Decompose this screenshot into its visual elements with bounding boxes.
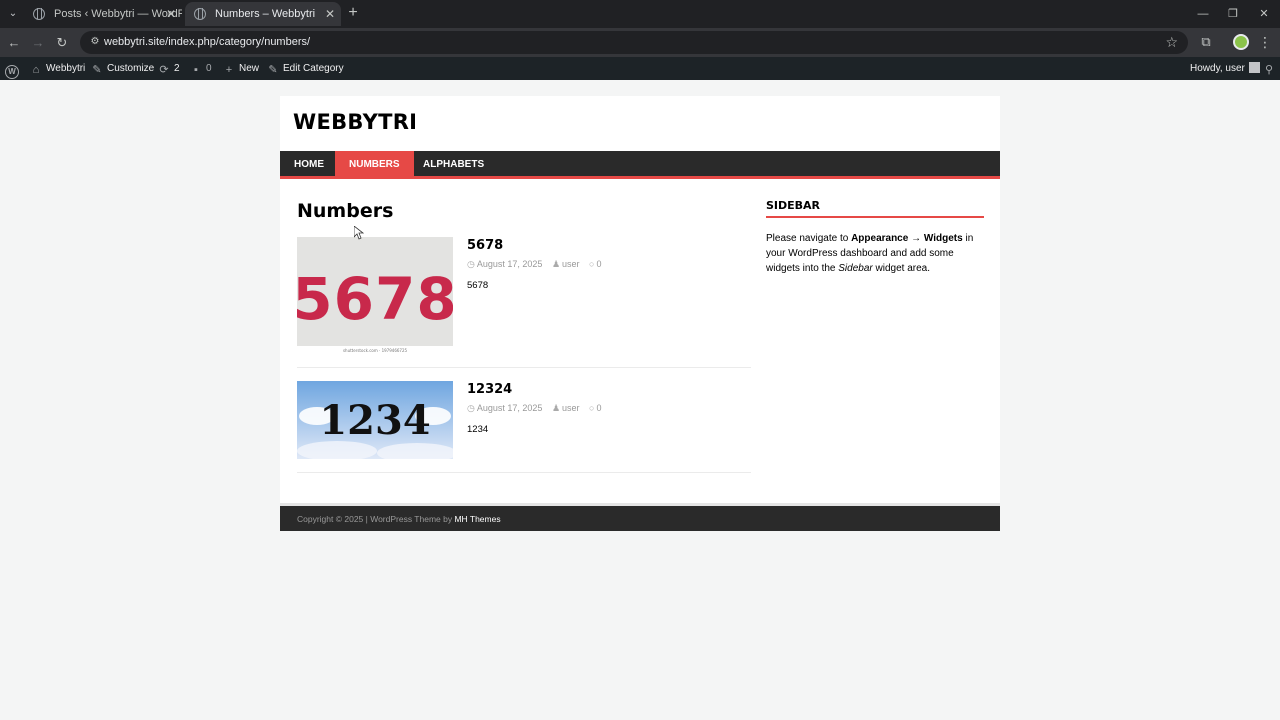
post-title[interactable]: 5678 — [467, 238, 503, 253]
post-date[interactable]: August 17, 2025 — [477, 403, 543, 413]
tab-title: Posts ‹ Webbytri — WordPress — [54, 8, 182, 20]
post-thumbnail[interactable]: 1234 — [297, 381, 453, 459]
brush-icon: ✎ — [92, 64, 102, 76]
post-meta: ◷ August 17, 2025 ♟ user ○ 0 — [467, 403, 609, 414]
minimize-icon[interactable]: — — [1193, 4, 1213, 24]
admin-customize[interactable]: ✎ Customize — [91, 57, 154, 80]
avatar — [1248, 62, 1260, 73]
sidebar-title: SIDEBAR — [766, 199, 984, 218]
mh-themes-link[interactable]: MH Themes — [454, 514, 500, 524]
tab-posts[interactable]: Posts ‹ Webbytri — WordPress ✕ — [24, 2, 182, 26]
post-date[interactable]: August 17, 2025 — [477, 259, 543, 269]
back-icon[interactable]: ← — [4, 33, 24, 53]
admin-updates[interactable]: ⟳ 2 — [158, 57, 179, 80]
close-tab-icon[interactable]: ✕ — [166, 2, 176, 26]
menu-kebab-icon[interactable]: ⋮ — [1258, 33, 1272, 51]
post-excerpt: 1234 — [467, 424, 489, 435]
widgets-link: Widgets — [923, 233, 963, 244]
restore-icon[interactable]: ❐ — [1223, 4, 1243, 24]
wp-admin-bar: W ⌂ Webbytri ✎ Customize ⟳ 2 ▪ 0 + New ✎ Edit … — [0, 57, 1280, 80]
tab-search-icon[interactable]: ⌄ — [4, 5, 22, 23]
extensions-icon[interactable]: ⧉ — [1198, 33, 1214, 51]
post-title[interactable]: 12324 — [467, 382, 512, 397]
tab-numbers[interactable]: Numbers – Webbytri ✕ — [185, 2, 341, 26]
site-title[interactable]: WEBBYTRI — [293, 110, 417, 134]
admin-account[interactable]: Howdy, user — [1190, 57, 1260, 80]
svg-text:5678: 5678 — [297, 265, 453, 333]
browser-tab-bar: ⌄ Posts ‹ Webbytri — WordPress ✕ Numbers… — [0, 0, 1280, 28]
globe-icon — [33, 8, 45, 20]
post-comments[interactable]: 0 — [596, 259, 601, 269]
admin-comments[interactable]: ▪ 0 — [190, 57, 212, 80]
winged-number-image: 1234 — [297, 381, 453, 459]
post-thumbnail[interactable]: 5678 shutterstock.com · 1979466725 — [297, 237, 453, 354]
site-footer: Copyright © 2025 | WordPress Theme by MH… — [280, 503, 1000, 531]
nav-item-home[interactable]: HOME — [280, 151, 338, 179]
globe-icon — [194, 8, 206, 20]
post-meta: ◷ August 17, 2025 ♟ user ○ 0 — [467, 259, 609, 270]
url-text[interactable]: webbytri.site/index.php/category/numbers… — [104, 31, 310, 54]
svg-text:1234: 1234 — [319, 397, 430, 444]
admin-edit-category[interactable]: ✎ Edit Category — [267, 57, 343, 80]
bookmark-star-icon[interactable]: ☆ — [1165, 31, 1178, 54]
clock-icon: ◷ — [467, 403, 475, 413]
stencil-number-image: 5678 shutterstock.com · 1979466725 — [297, 237, 453, 354]
close-window-icon[interactable]: ✕ — [1254, 4, 1274, 24]
svg-text:shutterstock.com · 1979466725: shutterstock.com · 1979466725 — [343, 348, 408, 353]
sidebar-text: Please navigate to Appearance → Widgets … — [766, 233, 974, 274]
user-icon: ♟ — [551, 403, 561, 413]
post-comments[interactable]: 0 — [596, 403, 601, 413]
plus-icon: + — [225, 64, 233, 76]
clock-icon: ◷ — [467, 259, 475, 269]
nav-item-alphabets[interactable]: ALPHABETS — [409, 151, 498, 179]
admin-search-icon[interactable]: ⚲ — [1263, 57, 1279, 80]
new-tab-icon[interactable]: + — [345, 5, 361, 21]
site-container: WEBBYTRI HOME NUMBERS ALPHABETS Numbers … — [280, 96, 1000, 531]
post-item: 5678 shutterstock.com · 1979466725 5678 … — [297, 237, 751, 368]
browser-toolbar: ← → ↻ ⚙ webbytri.site/index.php/category… — [0, 28, 1280, 57]
profile-avatar[interactable] — [1233, 34, 1249, 50]
post-excerpt: 5678 — [467, 280, 489, 291]
admin-site-name[interactable]: ⌂ Webbytri — [30, 57, 86, 80]
post-item: 1234 12324 ◷ August 17, 2025 ♟ user ○ 0 123… — [297, 381, 751, 473]
home-icon: ⌂ — [32, 64, 40, 76]
comment-icon: ▪ — [194, 64, 198, 76]
comment-icon: ○ — [589, 403, 595, 413]
appearance-link: Appearance — [851, 233, 909, 244]
user-icon: ♟ — [551, 259, 561, 269]
main-navigation: HOME NUMBERS ALPHABETS — [280, 151, 1000, 179]
comment-icon: ○ — [589, 259, 595, 269]
pencil-icon: ✎ — [268, 64, 278, 76]
admin-new[interactable]: + New — [223, 57, 259, 80]
post-author[interactable]: user — [562, 403, 580, 413]
nav-item-numbers[interactable]: NUMBERS — [335, 151, 414, 179]
close-tab-icon[interactable]: ✕ — [325, 2, 335, 26]
forward-icon[interactable]: → — [28, 33, 48, 53]
footer-copyright: Copyright © 2025 | WordPress Theme by MH… — [297, 514, 501, 524]
mouse-cursor-icon — [354, 226, 364, 240]
tab-title: Numbers – Webbytri — [215, 8, 316, 20]
site-info-icon[interactable]: ⚙ — [88, 35, 102, 49]
address-bar[interactable]: ⚙ webbytri.site/index.php/category/numbe… — [80, 31, 1188, 54]
updates-icon: ⟳ — [159, 64, 169, 76]
reload-icon[interactable]: ↻ — [52, 33, 72, 53]
archive-title: Numbers — [297, 200, 394, 222]
post-author[interactable]: user — [562, 259, 580, 269]
wordpress-logo-icon[interactable]: W — [5, 57, 19, 80]
